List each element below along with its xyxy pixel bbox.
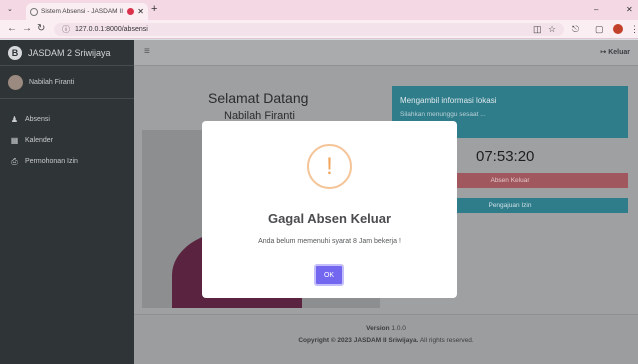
tab-search-icon[interactable]: ⌄ — [7, 5, 13, 13]
forward-icon[interactable]: → — [22, 23, 32, 35]
sidebar-menu: ♟ Absensi ▦ Kalender ⎙ Permohonan Izin — [0, 99, 134, 172]
dialog-title: Gagal Absen Keluar — [267, 211, 392, 226]
location-card-title: Mengambil informasi lokasi — [400, 96, 497, 105]
url-text: 127.0.0.1:8000/absensi — [75, 26, 148, 33]
browser-tab[interactable]: Sistem Absensi - JASDAM II ✕ — [26, 3, 148, 20]
users-icon: ♟ — [10, 115, 19, 124]
dialog-message: Anda belum memenuhi syarat 8 Jam bekerja… — [258, 238, 401, 245]
sidebar-user-name: Nabilah Firanti — [29, 78, 75, 86]
logout-label: Keluar — [608, 49, 630, 56]
reload-icon[interactable]: ↻ — [37, 23, 45, 35]
logout-link[interactable]: ↦ Keluar — [600, 48, 630, 56]
sidebar-item-absensi[interactable]: ♟ Absensi — [0, 109, 134, 130]
alert-dialog: ! Gagal Absen Keluar Anda belum memenuhi… — [202, 121, 457, 298]
extensions-icon[interactable]: ⎋ — [572, 24, 579, 34]
user-avatar — [8, 74, 23, 90]
sidebar-item-label: Kalender — [25, 137, 54, 144]
minimize-button[interactable]: – — [594, 5, 598, 14]
profile-avatar-icon[interactable] — [613, 24, 623, 34]
bookmark-star-icon[interactable]: ☆ — [548, 24, 556, 34]
calendar-icon: ▦ — [10, 136, 19, 145]
footer-rights: All rights reserved. — [419, 337, 474, 344]
brand-text: JASDAM 2 Sriwijaya — [28, 47, 111, 58]
footer-version-number: 1.0.0 — [391, 325, 406, 332]
brand-logo-icon: B — [8, 45, 22, 60]
sidebar-item-kalender[interactable]: ▦ Kalender — [0, 130, 134, 151]
warning-icon: ! — [307, 144, 352, 189]
window-close-icon[interactable]: ✕ — [626, 5, 633, 14]
location-card-subtitle: Silahkan menunggu sesaat ... — [400, 111, 486, 118]
address-toolbar: ← → ↻ ⓘ 127.0.0.1:8000/absensi ◫ ☆ ⎋ ▢ ⋮ — [0, 20, 638, 39]
back-icon[interactable]: ← — [7, 23, 17, 35]
install-app-icon[interactable]: ◫ — [533, 24, 542, 34]
sidebar-item-permohonan-izin[interactable]: ⎙ Permohonan Izin — [0, 151, 134, 172]
brand-link[interactable]: B JASDAM 2 Sriwijaya — [0, 40, 134, 66]
clock-display: 07:53:20 — [476, 148, 535, 165]
sidebar-item-label: Permohonan Izin — [25, 158, 78, 165]
welcome-heading: Selamat Datang — [208, 90, 309, 106]
footer-copyright-prefix: Copyright © 2023 — [298, 337, 352, 344]
footer-version-label: Version — [366, 325, 390, 332]
footer-copyright: Copyright © 2023 JASDAM II Sriwijaya. Al… — [134, 337, 638, 344]
url-bar[interactable]: ⓘ 127.0.0.1:8000/absensi — [54, 23, 564, 36]
browser-tab-bar: ⌄ Sistem Absensi - JASDAM II ✕ + – ✕ — [0, 0, 638, 20]
ok-button[interactable]: OK — [314, 264, 344, 286]
sidebar-item-label: Absensi — [25, 116, 50, 123]
sidebar-user-panel[interactable]: Nabilah Firanti — [0, 66, 134, 99]
close-tab-icon[interactable]: ✕ — [137, 7, 144, 16]
tab-title: Sistem Absensi - JASDAM II — [41, 8, 123, 15]
printer-icon: ⎙ — [11, 156, 18, 166]
browser-menu-icon[interactable]: ⋮ — [630, 24, 638, 34]
menu-toggle-icon[interactable]: ≡ — [144, 46, 150, 57]
recording-icon — [127, 8, 135, 15]
new-tab-button[interactable]: + — [151, 4, 157, 15]
footer-company-link[interactable]: JASDAM II Sriwijaya. — [354, 337, 419, 344]
sidepanel-icon[interactable]: ▢ — [595, 24, 604, 34]
sidebar: B JASDAM 2 Sriwijaya Nabilah Firanti ♟ A… — [0, 40, 134, 364]
tab-favicon-icon — [30, 7, 38, 16]
footer-version: Version 1.0.0 — [134, 325, 638, 332]
site-info-icon[interactable]: ⓘ — [62, 24, 70, 35]
top-navbar: ≡ ↦ Keluar — [134, 40, 638, 66]
footer: Version 1.0.0 Copyright © 2023 JASDAM II… — [134, 314, 638, 364]
